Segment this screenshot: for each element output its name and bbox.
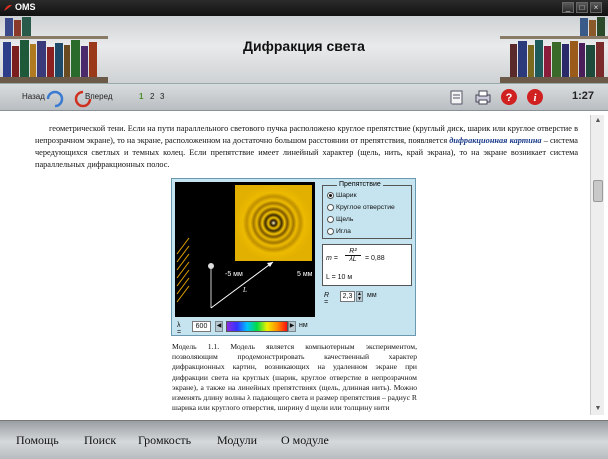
radius-input[interactable]: 2,3: [340, 291, 355, 302]
formula-fraction: R² λL: [345, 248, 361, 263]
radio-unselected[interactable]: [327, 228, 334, 235]
menu-modules[interactable]: Модули: [217, 433, 257, 448]
page-link-2[interactable]: 2: [150, 92, 154, 101]
forward-label: Вперед: [85, 92, 113, 101]
close-icon[interactable]: ×: [590, 2, 602, 13]
page-title: Дифракция света: [243, 38, 365, 54]
page-link-3[interactable]: 3: [160, 92, 164, 101]
distance-label: L: [242, 286, 247, 294]
minimize-icon[interactable]: _: [562, 2, 574, 13]
scroll-thumb[interactable]: [593, 180, 603, 202]
radio-selected[interactable]: [327, 192, 334, 199]
main-content: геометрической тени. Если на пути паралл…: [0, 111, 608, 420]
incident-light-rays: [176, 237, 190, 303]
radius-symbol: R =: [324, 292, 330, 306]
lambda-symbol: λ =: [177, 322, 182, 336]
scroll-down-icon[interactable]: ▼: [591, 403, 605, 415]
app-name: OMS: [15, 2, 36, 12]
obstacle-option-slit[interactable]: Щель: [323, 214, 411, 226]
vertical-scrollbar[interactable]: ▲ ▼: [590, 115, 604, 415]
notepad-icon[interactable]: [448, 88, 466, 106]
back-arrow-icon: [46, 90, 64, 108]
wavelength-increase-button[interactable]: ▶: [288, 321, 296, 332]
menu-volume[interactable]: Громкость: [138, 433, 191, 448]
formula-numerator: R²: [345, 248, 361, 256]
menu-about-module[interactable]: О модуле: [281, 433, 329, 448]
wavelength-decrease-button[interactable]: ◀: [215, 321, 223, 332]
text-area: геометрической тени. Если на пути паралл…: [0, 111, 588, 420]
obstacle-option-needle[interactable]: Игла: [323, 226, 411, 238]
wavelength-spectrum-slider[interactable]: [226, 321, 288, 332]
diffraction-simulation: -5 мм 5 мм L λ = 600 ◀ ▶ нм Препятствие …: [171, 178, 416, 336]
info-icon[interactable]: i: [526, 88, 544, 106]
menu-help[interactable]: Помощь: [16, 433, 59, 448]
menu-search[interactable]: Поиск: [84, 433, 116, 448]
print-icon[interactable]: [474, 88, 492, 106]
intro-highlight: дифракционная картина: [449, 136, 542, 145]
obstacle-ball: [208, 263, 214, 269]
app-logo-icon: [4, 4, 12, 11]
formula-panel: m = R² λL = 0,88 L = 10 м: [322, 244, 412, 286]
toolbar: Назад Вперед 1 2 3 ? i 1:27: [0, 83, 608, 111]
svg-text:?: ?: [506, 92, 513, 104]
page-link-1[interactable]: 1: [139, 92, 143, 101]
formula-m: m =: [326, 255, 338, 262]
radio-unselected[interactable]: [327, 204, 334, 211]
screen-right-label: 5 мм: [297, 271, 313, 278]
restore-icon[interactable]: □: [576, 2, 588, 13]
obstacle-legend: Препятствие: [337, 181, 383, 188]
simulation-screen: -5 мм 5 мм L: [175, 182, 315, 317]
wavelength-unit: нм: [299, 322, 308, 329]
radio-unselected[interactable]: [327, 216, 334, 223]
diffraction-pattern: [235, 185, 312, 261]
radius-unit: мм: [367, 292, 377, 299]
distance-value: L = 10 м: [326, 274, 353, 281]
help-icon[interactable]: ?: [500, 88, 518, 106]
title-bar: OMS _ □ ×: [0, 0, 608, 16]
screen-left-label: -5 мм: [225, 271, 243, 278]
obstacle-group: Препятствие Шарик Круглое отверстие Щель…: [322, 181, 412, 239]
intro-paragraph: геометрической тени. Если на пути паралл…: [35, 123, 578, 171]
formula-value: = 0,88: [365, 255, 385, 262]
timer: 1:27: [571, 90, 594, 102]
bottom-menu: Помощь Поиск Громкость Модули О модуле: [0, 420, 608, 459]
model-caption: Модель 1.1. Модель является компьютерным…: [172, 342, 417, 413]
back-label: Назад: [22, 92, 45, 101]
header: Дифракция света: [0, 16, 608, 83]
obstacle-option-round-hole[interactable]: Круглое отверстие: [323, 202, 411, 214]
radius-spinner[interactable]: ▲ ▼: [356, 291, 363, 302]
scroll-up-icon[interactable]: ▲: [591, 115, 605, 127]
back-button[interactable]: Назад: [20, 88, 64, 108]
forward-button[interactable]: Вперед: [72, 88, 122, 108]
wavelength-input[interactable]: 600: [192, 321, 211, 332]
formula-denominator: λL: [349, 256, 357, 263]
obstacle-option-ball[interactable]: Шарик: [323, 190, 411, 202]
